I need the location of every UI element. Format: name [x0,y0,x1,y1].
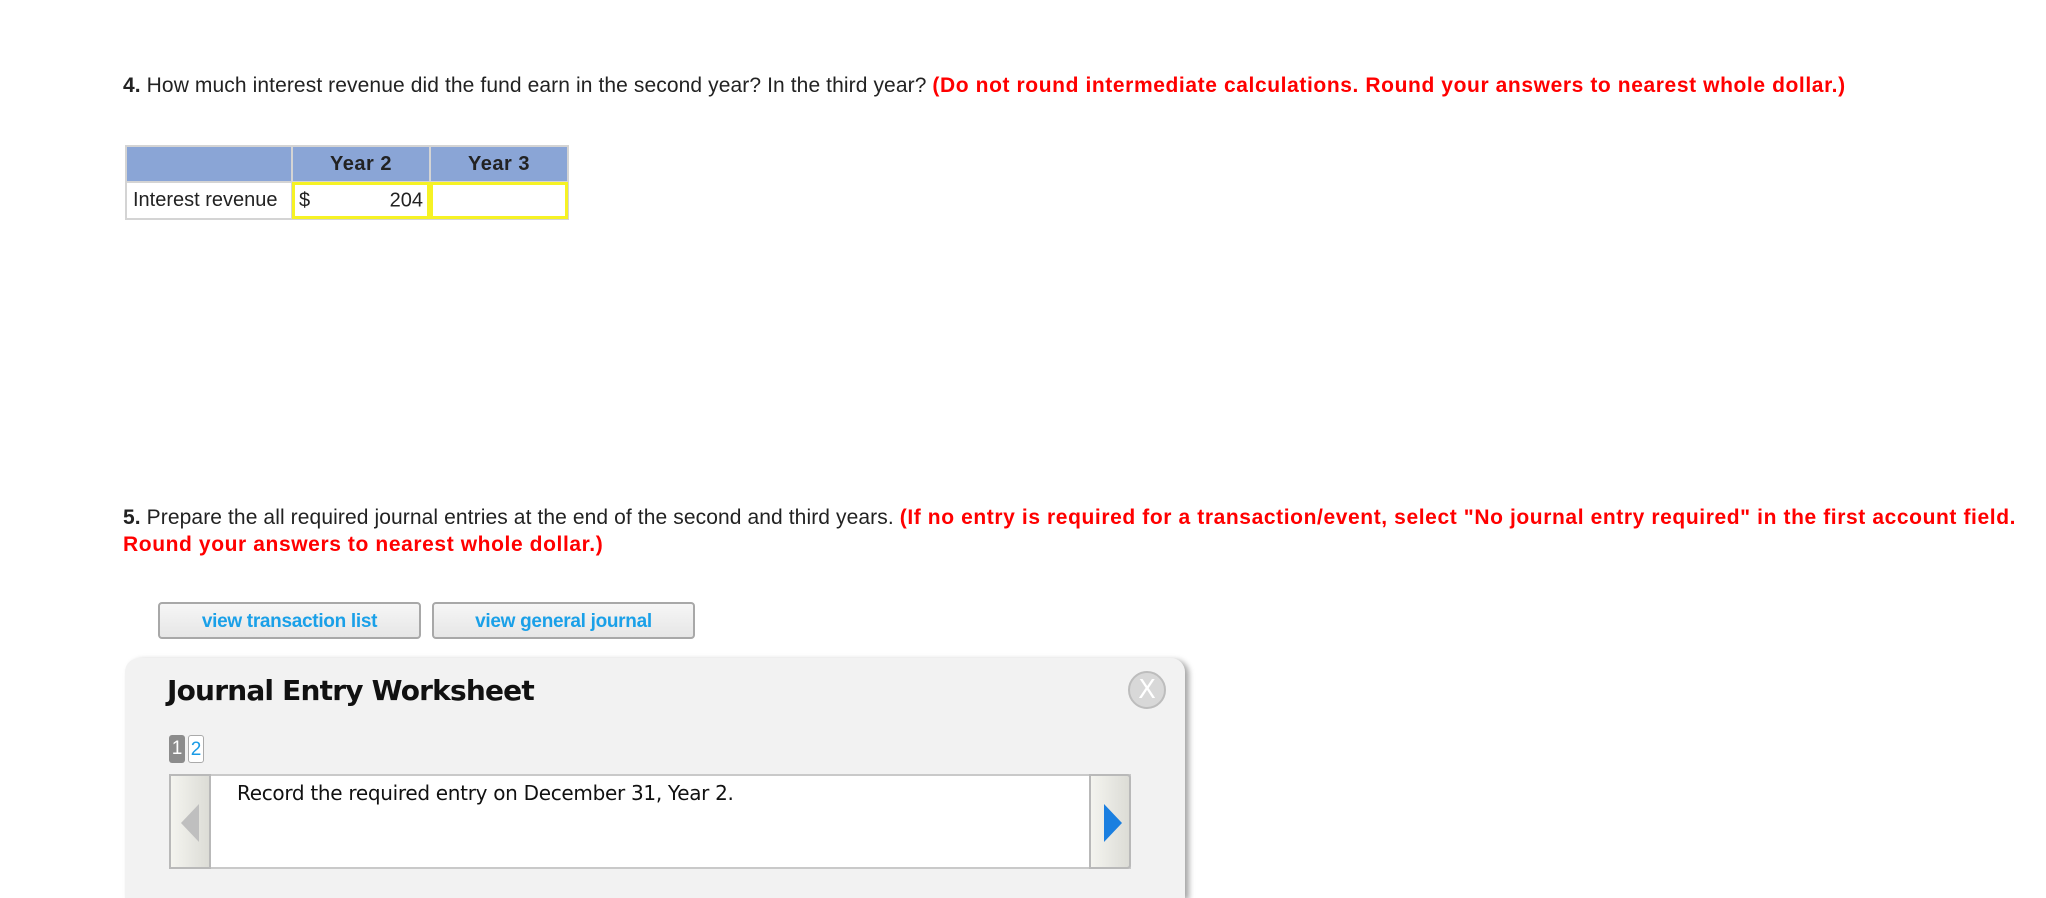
year-2-value: 204 [389,189,423,211]
interest-revenue-table: Year 2 Year 3 Interest revenue $ 204 [125,145,569,220]
entry-instruction-box: Record the required entry on December 31… [169,774,1131,869]
entry-instruction-text: Record the required entry on December 31… [237,781,734,805]
journal-entry-worksheet: Journal Entry Worksheet X 1 2 Record the… [125,658,1185,898]
view-general-journal-button[interactable]: view general journal [432,602,695,639]
table-row: Interest revenue $ 204 [125,181,569,220]
header-year-2: Year 2 [291,145,431,183]
page-tab-1[interactable]: 1 [169,735,185,763]
header-year-3: Year 3 [429,145,569,183]
currency-symbol: $ [299,189,311,211]
previous-arrow-icon[interactable] [169,774,211,869]
question-4: 4. How much interest revenue did the fun… [123,72,1846,99]
row-label-interest-revenue: Interest revenue [125,181,293,220]
question-text: How much interest revenue did the fund e… [140,74,933,97]
next-arrow-icon[interactable] [1089,774,1131,869]
question-instruction: (Do not round intermediate calculations.… [932,74,1846,97]
year-2-input[interactable]: $ 204 [291,181,431,220]
header-blank [125,145,293,183]
table-header-row: Year 2 Year 3 [125,145,569,183]
year-3-input[interactable] [429,181,569,220]
page-tab-2[interactable]: 2 [188,735,204,763]
question-number: 4. [123,74,141,97]
question-number: 5. [123,506,141,529]
question-text: Prepare the all required journal entries… [140,506,900,529]
worksheet-pager: 1 2 [169,735,204,763]
view-transaction-list-button[interactable]: view transaction list [158,602,421,639]
worksheet-title: Journal Entry Worksheet [167,674,535,707]
close-icon[interactable]: X [1128,671,1166,709]
question-5: 5. Prepare the all required journal entr… [123,504,2023,558]
